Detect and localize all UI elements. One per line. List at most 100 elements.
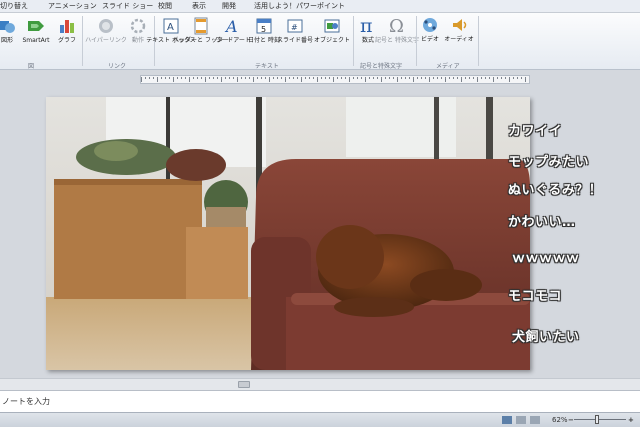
svg-text:A: A (224, 17, 238, 35)
ruler-tick (165, 77, 166, 79)
ruler-tick (505, 77, 506, 79)
date-time-button[interactable]: 5 日付と 時刻 (248, 17, 280, 44)
ruler-tick (429, 77, 430, 82)
shapes-icon (0, 21, 15, 33)
ruler-tick (361, 77, 362, 79)
horizontal-ruler (140, 75, 530, 84)
ruler-tick (353, 77, 354, 79)
ruler-tick (473, 77, 474, 79)
ruler-tick (229, 77, 230, 79)
chart-button[interactable]: グラフ (56, 17, 78, 44)
zoom-out-icon[interactable]: − (568, 415, 574, 425)
ruler-tick (225, 77, 226, 79)
ruler-tick (349, 77, 350, 82)
header-footer-button[interactable]: ヘッダーと フッター (173, 17, 229, 44)
comment-text: ぬいぐるみ？！ (508, 183, 603, 198)
ruler-tick (477, 77, 478, 82)
slide-canvas[interactable] (46, 97, 530, 370)
group-separator (416, 16, 417, 66)
ruler-tick (425, 77, 426, 79)
tab-slideshow[interactable]: スライド ショー (102, 1, 153, 12)
hyperlink-button[interactable]: ハイパーリンク (85, 17, 127, 44)
group-separator (478, 16, 479, 66)
tab-view[interactable]: 表示 (192, 1, 206, 12)
group-separator (82, 16, 83, 66)
ruler-tick (253, 77, 254, 82)
group-label-media: メディア (436, 63, 460, 70)
ruler-tick (501, 77, 502, 79)
ruler-tick (237, 77, 238, 82)
ruler-tick (369, 77, 370, 79)
ribbon: 図形 SmartArt グラフ ハイパーリンク 動作 A テキスト ボックス ヘ… (0, 13, 640, 70)
ruler-tick (413, 77, 414, 82)
ruler-tick (373, 77, 374, 79)
ruler-tick (221, 77, 222, 82)
ruler-tick (317, 77, 318, 82)
comment-text: ｗｗｗｗｗ (512, 251, 580, 266)
ruler-tick (397, 77, 398, 82)
ruler-tick (521, 77, 522, 79)
horizontal-scrollbar[interactable] (0, 378, 640, 390)
ruler-tick (321, 77, 322, 79)
zoom-slider[interactable] (574, 419, 626, 420)
ruler-tick (525, 77, 526, 82)
group-label-links: リンク (108, 63, 127, 70)
ruler-tick (305, 77, 306, 79)
ruler-tick (337, 77, 338, 79)
textbox-icon: A (163, 18, 179, 34)
ruler-tick (449, 77, 450, 79)
audio-button[interactable]: オーディオ (442, 16, 476, 43)
comment-text: 犬飼いたい (512, 330, 580, 345)
slide-number-button[interactable]: # スライド番号 (277, 17, 313, 44)
tab-transitions[interactable]: 切り替え (0, 1, 28, 12)
ruler-tick (301, 77, 302, 82)
tab-addin[interactable]: 活用しよう！パワーポイント (254, 1, 345, 12)
ribbon-tabs: 切り替え アニメーション スライド ショー 校閲 表示 開発 活用しよう！パワー… (0, 0, 640, 13)
video-button[interactable]: ビデオ (418, 16, 442, 43)
action-icon (130, 18, 146, 34)
shapes-button[interactable]: 図形 (0, 17, 18, 44)
slide-number-icon: # (287, 19, 303, 33)
scrollbar-thumb[interactable] (238, 381, 250, 388)
group-separator (353, 16, 354, 66)
comment-text: モップみたい (508, 155, 590, 170)
ruler-tick (217, 77, 218, 79)
symbol-button[interactable]: Ω 記号と 特殊文字 (375, 15, 419, 44)
ruler-tick (245, 77, 246, 79)
ruler-tick (149, 77, 150, 79)
zoom-level[interactable]: 62% (552, 415, 568, 425)
ruler-tick (389, 77, 390, 79)
chart-icon (60, 20, 74, 33)
powerpoint-window: 切り替え アニメーション スライド ショー 校閲 表示 開発 活用しよう！パワー… (0, 0, 640, 427)
view-buttons[interactable] (500, 415, 560, 425)
ruler-tick (417, 77, 418, 79)
ruler-tick (445, 77, 446, 82)
zoom-in-icon[interactable]: + (628, 415, 634, 425)
zoom-slider-thumb[interactable] (595, 415, 599, 424)
notes-pane[interactable]: ノートを入力 (0, 390, 640, 412)
smartart-button[interactable]: SmartArt (18, 17, 54, 44)
comment-text: かわいい… (508, 215, 576, 230)
ruler-tick (281, 77, 282, 79)
object-button[interactable]: オブジェクト (314, 17, 350, 44)
ruler-tick (385, 77, 386, 79)
ruler-tick (497, 77, 498, 79)
ruler-tick (405, 77, 406, 79)
ruler-tick (357, 77, 358, 79)
tab-review[interactable]: 校閲 (158, 1, 172, 12)
group-label-symbols: 記号と特殊文字 (360, 63, 403, 70)
tab-animations[interactable]: アニメーション (48, 1, 97, 12)
ruler-tick (469, 77, 470, 79)
ruler-tick (381, 77, 382, 82)
smartart-icon (28, 21, 44, 31)
svg-text:Ω: Ω (389, 16, 404, 35)
ruler-tick (157, 77, 158, 82)
status-bar: 62% − + (0, 412, 640, 427)
ruler-tick (377, 77, 378, 79)
comment-overlay: カワイイ モップみたい ぬいぐるみ？！ かわいい… ｗｗｗｗｗ モコモコ 犬飼い… (508, 112, 640, 352)
tab-developer[interactable]: 開発 (222, 1, 236, 12)
ruler-tick (329, 77, 330, 79)
ruler-tick (453, 77, 454, 79)
wordart-button[interactable]: A ワードアート (215, 17, 251, 44)
hyperlink-icon (99, 19, 113, 33)
